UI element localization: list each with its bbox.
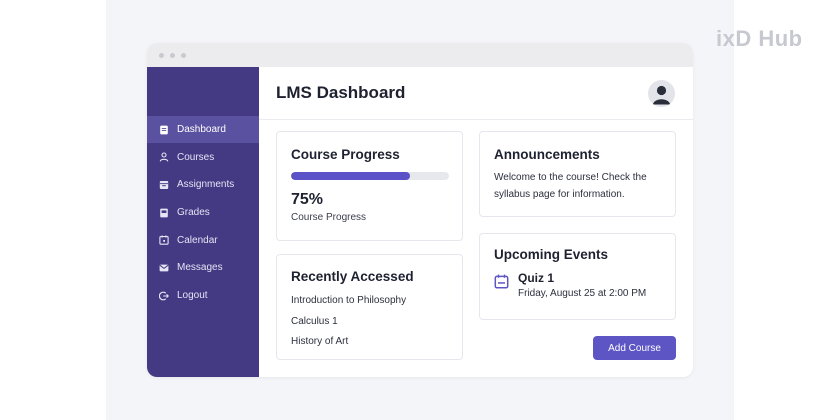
- progress-bar-fill: [291, 172, 410, 180]
- card-title: Recently Accessed: [291, 269, 414, 284]
- sidebar-item-label: Calendar: [177, 234, 218, 246]
- logout-icon: [159, 291, 169, 301]
- sidebar: Dashboard Courses Assignments Grades Cal…: [147, 67, 259, 377]
- recently-accessed-card: Recently Accessed Introduction to Philos…: [276, 254, 463, 360]
- page-title: LMS Dashboard: [276, 83, 406, 102]
- sidebar-item-logout[interactable]: Logout: [147, 282, 259, 309]
- card-title: Course Progress: [291, 147, 400, 162]
- user-avatar-icon: [652, 85, 671, 104]
- list-item[interactable]: History of Art: [291, 332, 448, 353]
- document-icon: [159, 125, 169, 135]
- sidebar-item-label: Logout: [177, 290, 208, 302]
- avatar[interactable]: [648, 79, 675, 107]
- app-window: Dashboard Courses Assignments Grades Cal…: [147, 43, 693, 377]
- book-icon: [159, 208, 169, 218]
- main-content: LMS Dashboard Course Progress 75% Course…: [259, 67, 693, 377]
- progress-percentage: 75%: [291, 191, 324, 208]
- tray-icon: [159, 180, 169, 190]
- recent-list: Introduction to Philosophy Calculus 1 Hi…: [291, 291, 448, 353]
- window-dot[interactable]: [170, 52, 175, 58]
- sidebar-item-label: Grades: [177, 207, 210, 219]
- sidebar-item-messages[interactable]: Messages: [147, 254, 259, 281]
- sidebar-item-dashboard[interactable]: Dashboard: [147, 116, 259, 143]
- window-dot[interactable]: [181, 52, 186, 58]
- window-dot[interactable]: [159, 52, 164, 58]
- event-item[interactable]: Quiz 1 Friday, August 25 at 2:00 PM: [494, 271, 661, 299]
- window-titlebar: [147, 43, 693, 67]
- sidebar-item-label: Messages: [177, 262, 223, 274]
- course-progress-card: Course Progress 75% Course Progress: [276, 131, 463, 241]
- sidebar-item-calendar[interactable]: Calendar: [147, 227, 259, 254]
- announcement-text: Welcome to the course! Check the syllabu…: [494, 172, 647, 200]
- event-title: Quiz 1: [518, 271, 555, 285]
- list-item[interactable]: Calculus 1: [291, 312, 448, 333]
- event-date: Friday, August 25 at 2:00 PM: [518, 288, 647, 299]
- sidebar-item-assignments[interactable]: Assignments: [147, 171, 259, 198]
- announcements-card: Announcements Welcome to the course! Che…: [479, 131, 676, 217]
- sidebar-item-label: Dashboard: [177, 124, 226, 135]
- progress-bar: [291, 172, 449, 180]
- sidebar-item-label: Courses: [177, 151, 215, 163]
- upcoming-events-card: Upcoming Events Quiz 1 Friday, August 25…: [479, 233, 676, 320]
- sidebar-item-courses[interactable]: Courses: [147, 144, 259, 171]
- card-title: Announcements: [494, 147, 600, 162]
- page-header: LMS Dashboard: [259, 67, 693, 120]
- watermark-logo: ixD Hub: [716, 26, 803, 51]
- sidebar-item-grades[interactable]: Grades: [147, 199, 259, 226]
- calendar-icon: [159, 235, 169, 245]
- sidebar-item-label: Assignments: [177, 179, 235, 191]
- progress-label: Course Progress: [291, 212, 367, 223]
- card-title: Upcoming Events: [494, 247, 609, 262]
- user-icon: [159, 152, 169, 162]
- mail-icon: [159, 263, 169, 273]
- list-item[interactable]: Introduction to Philosophy: [291, 291, 448, 312]
- calendar-icon: [494, 274, 509, 289]
- add-course-button[interactable]: Add Course: [593, 336, 676, 360]
